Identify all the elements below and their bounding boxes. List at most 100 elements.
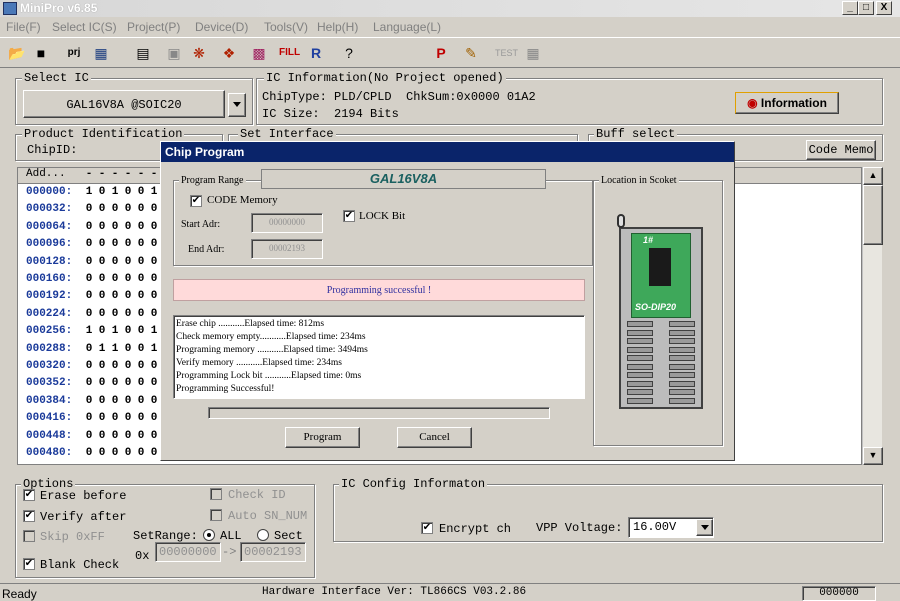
menu-project[interactable]: Project(P) [127, 20, 180, 34]
data-cell[interactable]: 0 [135, 343, 147, 355]
data-cell[interactable]: 0 [122, 308, 134, 320]
data-cell[interactable]: 0 [135, 325, 147, 337]
data-cell[interactable]: 0 [83, 343, 95, 355]
data-cell[interactable]: 0 [148, 395, 160, 407]
data-cell[interactable]: 0 [122, 325, 134, 337]
data-cell[interactable]: 0 [83, 447, 95, 459]
scroll-up-button[interactable]: ▲ [863, 167, 883, 185]
skip-ff-checkbox[interactable] [23, 530, 35, 542]
menu-select-ic[interactable]: Select IC(S) [52, 20, 117, 34]
data-cell[interactable]: 0 [96, 325, 108, 337]
data-cell[interactable]: 0 [83, 360, 95, 372]
data-cell[interactable]: 1 [96, 343, 108, 355]
data-cell[interactable]: 0 [96, 186, 108, 198]
data-cell[interactable]: 0 [135, 221, 147, 233]
data-cell[interactable]: 0 [148, 221, 160, 233]
program-button[interactable]: Program [285, 427, 360, 448]
open-folder-icon[interactable]: 📂 [8, 44, 26, 62]
program-icon[interactable]: P [432, 44, 450, 62]
encrypt-checkbox[interactable]: ✔ [421, 522, 433, 534]
save-icon[interactable]: ■ [32, 44, 50, 62]
data-cell[interactable]: 0 [135, 290, 147, 302]
log-box[interactable]: Erase chip ...........Elapsed time: 812m… [173, 315, 585, 399]
data-cell[interactable]: 0 [96, 360, 108, 372]
data-cell[interactable]: 0 [148, 430, 160, 442]
sect-radio[interactable] [257, 529, 269, 541]
data-cell[interactable]: 0 [83, 308, 95, 320]
data-cell[interactable]: 0 [135, 447, 147, 459]
select-ic-dropdown-button[interactable] [228, 93, 246, 117]
data-cell[interactable]: 0 [83, 395, 95, 407]
data-cell[interactable]: 0 [122, 186, 134, 198]
data-cell[interactable]: 0 [96, 221, 108, 233]
menu-language[interactable]: Language(L) [373, 20, 441, 34]
maximize-button[interactable]: □ [858, 1, 874, 15]
verify-icon[interactable]: ❖ [220, 44, 238, 62]
data-cell[interactable]: 0 [83, 430, 95, 442]
encrypt-icon[interactable]: ▩ [250, 44, 268, 62]
data-cell[interactable]: 0 [109, 308, 121, 320]
scroll-down-button[interactable]: ▼ [863, 447, 883, 465]
data-cell[interactable]: 1 [83, 325, 95, 337]
test-icon[interactable]: TEST [495, 44, 518, 62]
data-cell[interactable]: 0 [109, 203, 121, 215]
data-cell[interactable]: 0 [135, 430, 147, 442]
data-cell[interactable]: 0 [122, 377, 134, 389]
data-cell[interactable]: 0 [135, 360, 147, 372]
data-cell[interactable]: 0 [135, 256, 147, 268]
data-cell[interactable]: 0 [83, 238, 95, 250]
data-cell[interactable]: 0 [109, 360, 121, 372]
lock-bit-checkbox[interactable]: ✔ [343, 210, 355, 222]
data-cell[interactable]: 0 [135, 377, 147, 389]
data-cell[interactable]: 0 [83, 221, 95, 233]
data-cell[interactable]: 0 [109, 273, 121, 285]
minimize-button[interactable]: _ [842, 1, 858, 15]
data-cell[interactable]: 1 [83, 186, 95, 198]
data-cell[interactable]: 0 [148, 273, 160, 285]
all-radio[interactable] [203, 529, 215, 541]
data-cell[interactable]: 0 [122, 203, 134, 215]
data-cell[interactable]: 0 [148, 360, 160, 372]
data-cell[interactable]: 0 [96, 256, 108, 268]
data-cell[interactable]: 0 [109, 430, 121, 442]
data-cell[interactable]: 0 [96, 273, 108, 285]
data-cell[interactable]: 0 [135, 412, 147, 424]
data-cell[interactable]: 0 [148, 377, 160, 389]
data-cell[interactable]: 0 [96, 308, 108, 320]
data-cell[interactable]: 1 [148, 343, 160, 355]
start-adr-field[interactable]: 00000000 [251, 213, 323, 233]
data-cell[interactable]: 0 [109, 256, 121, 268]
check-id-checkbox[interactable] [210, 488, 222, 500]
data-cell[interactable]: 0 [109, 395, 121, 407]
code-memory-checkbox[interactable]: ✔ [190, 195, 202, 207]
register-icon[interactable]: R [307, 44, 325, 62]
end-adr-field[interactable]: 00002193 [251, 239, 323, 259]
menu-tools[interactable]: Tools(V) [264, 20, 308, 34]
data-cell[interactable]: 0 [96, 203, 108, 215]
data-cell[interactable]: 0 [96, 238, 108, 250]
blank-check-checkbox[interactable]: ✔ [23, 558, 35, 570]
data-cell[interactable]: 0 [96, 395, 108, 407]
data-cell[interactable]: 0 [135, 186, 147, 198]
cancel-button[interactable]: Cancel [397, 427, 472, 448]
project-icon[interactable]: prj [65, 44, 83, 62]
data-cell[interactable]: 0 [148, 308, 160, 320]
data-cell[interactable]: 0 [122, 412, 134, 424]
data-cell[interactable]: 0 [148, 290, 160, 302]
data-cell[interactable]: 1 [109, 343, 121, 355]
data-cell[interactable]: 0 [83, 377, 95, 389]
data-cell[interactable]: 0 [83, 203, 95, 215]
menu-help[interactable]: Help(H) [317, 20, 358, 34]
data-cell[interactable]: 1 [109, 325, 121, 337]
data-cell[interactable]: 0 [135, 308, 147, 320]
data-cell[interactable]: 0 [83, 256, 95, 268]
select-ic-field[interactable]: GAL16V8A @SOIC20 [23, 90, 225, 118]
data-cell[interactable]: 0 [83, 273, 95, 285]
data-cell[interactable]: 0 [96, 290, 108, 302]
erase-before-checkbox[interactable]: ✔ [23, 489, 35, 501]
data-cell[interactable]: 0 [96, 412, 108, 424]
information-button[interactable]: ◉ Information [735, 92, 839, 114]
help-icon[interactable]: ? [340, 44, 358, 62]
data-cell[interactable]: 0 [122, 447, 134, 459]
fill-icon[interactable]: FILL [279, 44, 300, 62]
